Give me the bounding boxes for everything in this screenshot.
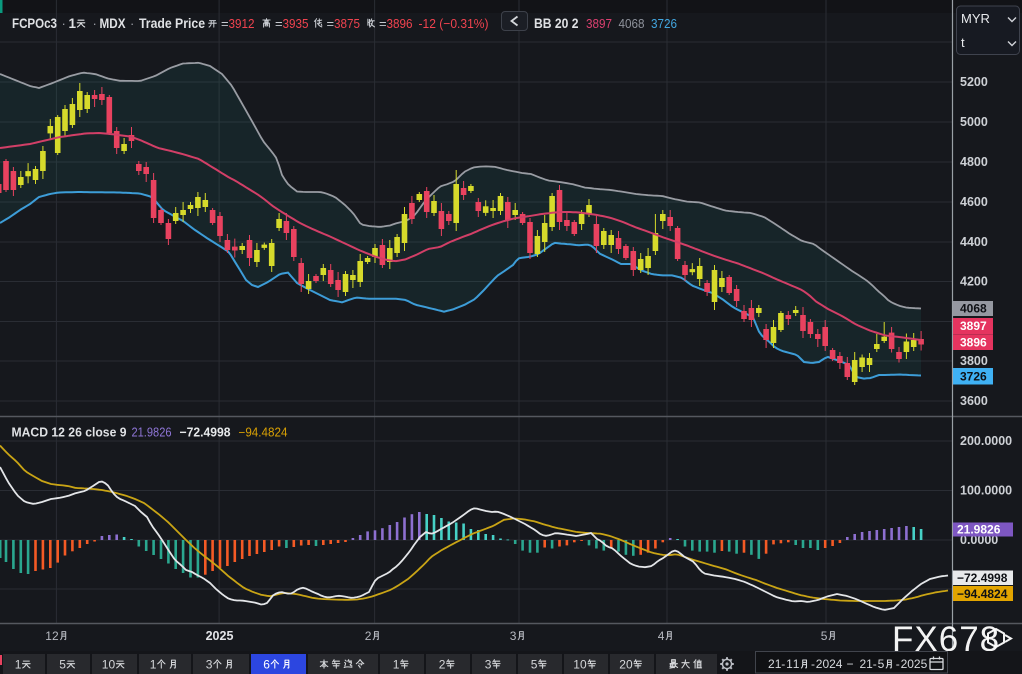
svg-text:2: 2	[439, 658, 446, 672]
svg-text:21.9826: 21.9826	[132, 426, 172, 440]
svg-text:1: 1	[69, 16, 77, 31]
svg-text:=: =	[327, 16, 335, 31]
svg-text:=: =	[275, 16, 283, 31]
svg-text:5: 5	[878, 657, 885, 671]
svg-text:t: t	[961, 35, 965, 50]
svg-text:100.0000: 100.0000	[960, 484, 1012, 498]
svg-text:4: 4	[836, 657, 843, 671]
svg-text:3: 3	[206, 658, 213, 672]
svg-text:-: -	[811, 657, 815, 671]
svg-text:3912: 3912	[229, 16, 255, 31]
svg-text:5: 5	[531, 658, 538, 672]
svg-text:3800: 3800	[960, 354, 988, 368]
svg-text:21.9826: 21.9826	[957, 523, 1001, 537]
svg-text:4: 4	[658, 629, 665, 643]
svg-text:6: 6	[263, 658, 270, 672]
svg-text:Trade Price: Trade Price	[139, 16, 205, 31]
svg-text:5: 5	[821, 629, 828, 643]
svg-text:3935: 3935	[283, 16, 309, 31]
svg-text:·: ·	[62, 16, 66, 31]
svg-text:20: 20	[619, 658, 633, 672]
svg-text:−72.4998: −72.4998	[957, 571, 1008, 585]
svg-text:4068: 4068	[960, 302, 987, 316]
svg-text:3726: 3726	[960, 369, 987, 383]
svg-text:-: -	[781, 657, 785, 671]
svg-text:=: =	[221, 16, 229, 31]
svg-text:4068: 4068	[619, 16, 645, 31]
svg-text:−94.4824: −94.4824	[957, 587, 1008, 601]
svg-text:·: ·	[130, 16, 134, 31]
svg-text:3896: 3896	[960, 335, 987, 349]
svg-text:200.0000: 200.0000	[960, 434, 1012, 448]
svg-text:3: 3	[485, 658, 492, 672]
svg-text:3897: 3897	[960, 319, 987, 333]
svg-text:4600: 4600	[960, 195, 988, 209]
svg-text:4800: 4800	[960, 155, 988, 169]
svg-text:3875: 3875	[334, 16, 360, 31]
svg-text:3897: 3897	[586, 16, 612, 31]
svg-text:4400: 4400	[960, 235, 988, 249]
svg-text:5: 5	[59, 658, 66, 672]
svg-text:MDX: MDX	[100, 16, 126, 31]
svg-text:3726: 3726	[651, 16, 677, 31]
svg-text:=: =	[379, 16, 387, 31]
svg-text:3: 3	[510, 629, 517, 643]
svg-text:10: 10	[102, 658, 116, 672]
svg-text:12: 12	[45, 629, 59, 643]
svg-text:FCPOc3: FCPOc3	[12, 16, 57, 31]
svg-text:2025: 2025	[206, 629, 234, 643]
svg-text:-: -	[873, 657, 877, 671]
svg-text:1: 1	[793, 657, 800, 671]
svg-text:−94.4824: −94.4824	[239, 426, 288, 440]
svg-text:5000: 5000	[960, 115, 988, 129]
svg-text:2: 2	[365, 629, 372, 643]
svg-text:5: 5	[921, 657, 928, 671]
svg-text:MACD 12 26 close 9: MACD 12 26 close 9	[12, 426, 127, 440]
svg-text:1: 1	[15, 658, 22, 672]
svg-text:1: 1	[393, 658, 400, 672]
svg-text:MYR: MYR	[961, 11, 990, 26]
svg-text:1: 1	[150, 658, 157, 672]
svg-text:-12 (−0.31%): -12 (−0.31%)	[419, 16, 489, 31]
svg-text:−: −	[847, 657, 854, 671]
svg-text:−72.4998: −72.4998	[180, 426, 231, 440]
svg-text:10: 10	[573, 658, 587, 672]
svg-text:3600: 3600	[960, 394, 988, 408]
svg-text:·: ·	[93, 16, 97, 31]
svg-text:5200: 5200	[960, 75, 988, 89]
svg-text:4200: 4200	[960, 275, 988, 289]
svg-text:3896: 3896	[387, 16, 413, 31]
svg-text:-: -	[896, 657, 900, 671]
svg-text:BB 20 2: BB 20 2	[534, 16, 579, 31]
